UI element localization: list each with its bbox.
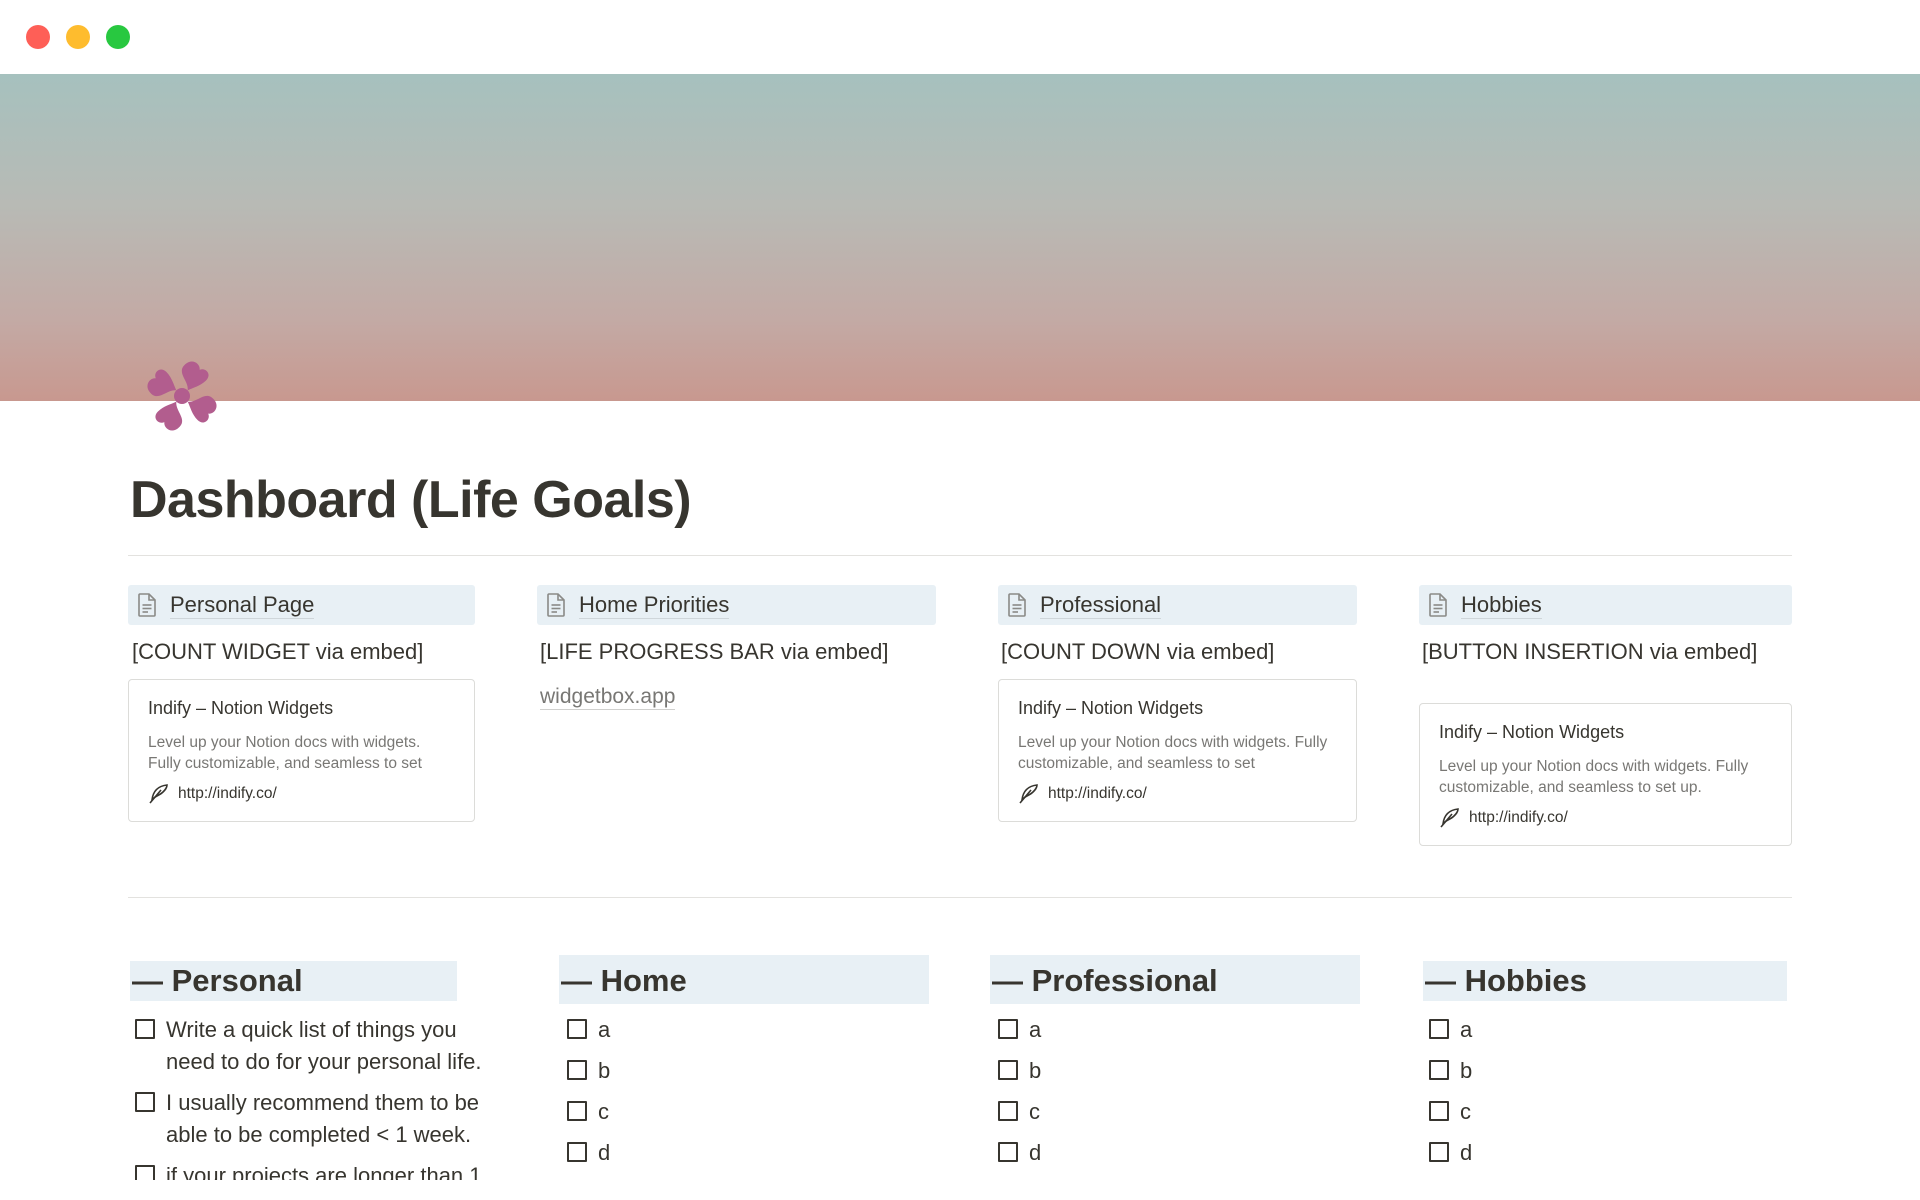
todo-checkbox[interactable] bbox=[567, 1101, 587, 1121]
todo-checkbox[interactable] bbox=[135, 1092, 155, 1112]
document-icon bbox=[547, 593, 565, 617]
page-link-label: Hobbies bbox=[1461, 591, 1542, 619]
todo-text[interactable]: b bbox=[1460, 1055, 1472, 1087]
bookmark-description: Level up your Notion docs with widgets. … bbox=[1439, 758, 1749, 796]
bookmark-description: Level up your Notion docs with widgets. … bbox=[1018, 734, 1328, 772]
divider bbox=[128, 897, 1792, 898]
page-link-label: Professional bbox=[1040, 591, 1162, 619]
todo-checkbox[interactable] bbox=[1429, 1060, 1449, 1080]
bookmark-url-text: http://indify.co/ bbox=[178, 785, 277, 802]
todo-text[interactable]: c bbox=[1029, 1096, 1040, 1128]
document-icon bbox=[138, 593, 156, 617]
todo-item: d bbox=[998, 1137, 1041, 1169]
todo-text[interactable]: c bbox=[598, 1096, 609, 1128]
feather-icon bbox=[149, 784, 168, 804]
document-icon bbox=[1008, 593, 1026, 617]
todo-text[interactable]: b bbox=[598, 1055, 610, 1087]
todo-item: Write a quick list of things you need to… bbox=[135, 1014, 495, 1078]
todo-text[interactable]: d bbox=[1460, 1137, 1472, 1169]
todo-checkbox[interactable] bbox=[998, 1019, 1018, 1039]
embed-note: [LIFE PROGRESS BAR via embed] bbox=[540, 639, 889, 664]
column-home-priorities: Home Priorities [LIFE PROGRESS BAR via e… bbox=[537, 585, 936, 710]
todo-text[interactable]: a bbox=[1029, 1014, 1041, 1046]
todo-text[interactable]: d bbox=[1029, 1137, 1041, 1169]
todo-text[interactable]: c bbox=[1460, 1096, 1471, 1128]
embed-note: [BUTTON INSERTION via embed] bbox=[1422, 639, 1758, 664]
embed-note: [COUNT DOWN via embed] bbox=[1001, 639, 1275, 664]
bookmark-url: http://indify.co/ bbox=[1439, 807, 1772, 829]
todo-item: I usually recommend them to be able to b… bbox=[135, 1087, 495, 1151]
bookmark-title: Indify – Notion Widgets bbox=[1439, 722, 1625, 742]
todo-item: b bbox=[1429, 1055, 1472, 1087]
todo-item: a bbox=[998, 1014, 1041, 1046]
todo-checkbox[interactable] bbox=[998, 1101, 1018, 1121]
page-link-label: Personal Page bbox=[170, 591, 315, 619]
page-link-home-priorities[interactable]: Home Priorities bbox=[537, 585, 936, 625]
section-heading-personal[interactable]: — Personal bbox=[130, 961, 457, 1001]
bookmark-card[interactable]: Indify – Notion Widgets Level up your No… bbox=[998, 679, 1357, 822]
todo-checkbox[interactable] bbox=[135, 1019, 155, 1039]
feather-icon bbox=[1440, 808, 1459, 828]
page-link-professional[interactable]: Professional bbox=[998, 585, 1357, 625]
bookmark-title: Indify – Notion Widgets bbox=[1018, 698, 1204, 718]
column-hobbies: Hobbies [BUTTON INSERTION via embed] Ind… bbox=[1419, 585, 1792, 846]
todo-item: a bbox=[567, 1014, 610, 1046]
todo-checkbox[interactable] bbox=[1429, 1019, 1449, 1039]
section-heading-professional[interactable]: — Professional bbox=[990, 955, 1360, 1004]
column-personal-page: Personal Page [COUNT WIDGET via embed] I… bbox=[128, 585, 475, 822]
todo-item: c bbox=[998, 1096, 1040, 1128]
todo-item: d bbox=[1429, 1137, 1472, 1169]
page-link-personal-page[interactable]: Personal Page bbox=[128, 585, 475, 625]
todo-item: b bbox=[567, 1055, 610, 1087]
bookmark-url-text: http://indify.co/ bbox=[1469, 809, 1568, 826]
page-cover[interactable] bbox=[0, 74, 1920, 401]
section-heading-home[interactable]: — Home bbox=[559, 955, 929, 1004]
todo-item: c bbox=[567, 1096, 609, 1128]
widgetbox-link[interactable]: widgetbox.app bbox=[540, 685, 676, 710]
embed-note: [COUNT WIDGET via embed] bbox=[132, 639, 424, 664]
todo-text[interactable]: a bbox=[1460, 1014, 1472, 1046]
todo-item: d bbox=[567, 1137, 610, 1169]
todo-checkbox[interactable] bbox=[1429, 1142, 1449, 1162]
bookmark-url-text: http://indify.co/ bbox=[1048, 785, 1147, 802]
todo-item: a bbox=[1429, 1014, 1472, 1046]
window-titlebar bbox=[0, 0, 1920, 74]
bookmark-card[interactable]: Indify – Notion Widgets Level up your No… bbox=[1419, 703, 1792, 846]
four-leaf-clover-icon[interactable] bbox=[140, 354, 224, 438]
todo-checkbox[interactable] bbox=[998, 1142, 1018, 1162]
bookmark-url: http://indify.co/ bbox=[1018, 783, 1337, 805]
todo-text[interactable]: a bbox=[598, 1014, 610, 1046]
page-title[interactable]: Dashboard (Life Goals) bbox=[130, 470, 692, 530]
close-window-button[interactable] bbox=[26, 25, 50, 49]
feather-icon bbox=[1019, 784, 1038, 804]
bookmark-url: http://indify.co/ bbox=[148, 783, 455, 805]
bookmark-description: Level up your Notion docs with widgets. … bbox=[148, 734, 422, 772]
todo-text[interactable]: Write a quick list of things you need to… bbox=[166, 1014, 495, 1078]
todo-checkbox[interactable] bbox=[998, 1060, 1018, 1080]
todo-item: b bbox=[998, 1055, 1041, 1087]
page-link-hobbies[interactable]: Hobbies bbox=[1419, 585, 1792, 625]
todo-text[interactable]: b bbox=[1029, 1055, 1041, 1087]
minimize-window-button[interactable] bbox=[66, 25, 90, 49]
todo-text[interactable]: I usually recommend them to be able to b… bbox=[166, 1087, 495, 1151]
bookmark-card[interactable]: Indify – Notion Widgets Level up your No… bbox=[128, 679, 475, 822]
todo-checkbox[interactable] bbox=[567, 1019, 587, 1039]
bookmark-title: Indify – Notion Widgets bbox=[148, 698, 334, 718]
todo-checkbox[interactable] bbox=[567, 1060, 587, 1080]
zoom-window-button[interactable] bbox=[106, 25, 130, 49]
todo-item: c bbox=[1429, 1096, 1471, 1128]
window-bottom-edge bbox=[0, 1180, 1920, 1200]
todo-checkbox[interactable] bbox=[567, 1142, 587, 1162]
section-heading-hobbies[interactable]: — Hobbies bbox=[1423, 961, 1787, 1001]
page-link-label: Home Priorities bbox=[579, 591, 730, 619]
document-icon bbox=[1429, 593, 1447, 617]
todo-text[interactable]: d bbox=[598, 1137, 610, 1169]
divider bbox=[128, 555, 1792, 556]
todo-checkbox[interactable] bbox=[1429, 1101, 1449, 1121]
column-professional: Professional [COUNT DOWN via embed] Indi… bbox=[998, 585, 1357, 822]
